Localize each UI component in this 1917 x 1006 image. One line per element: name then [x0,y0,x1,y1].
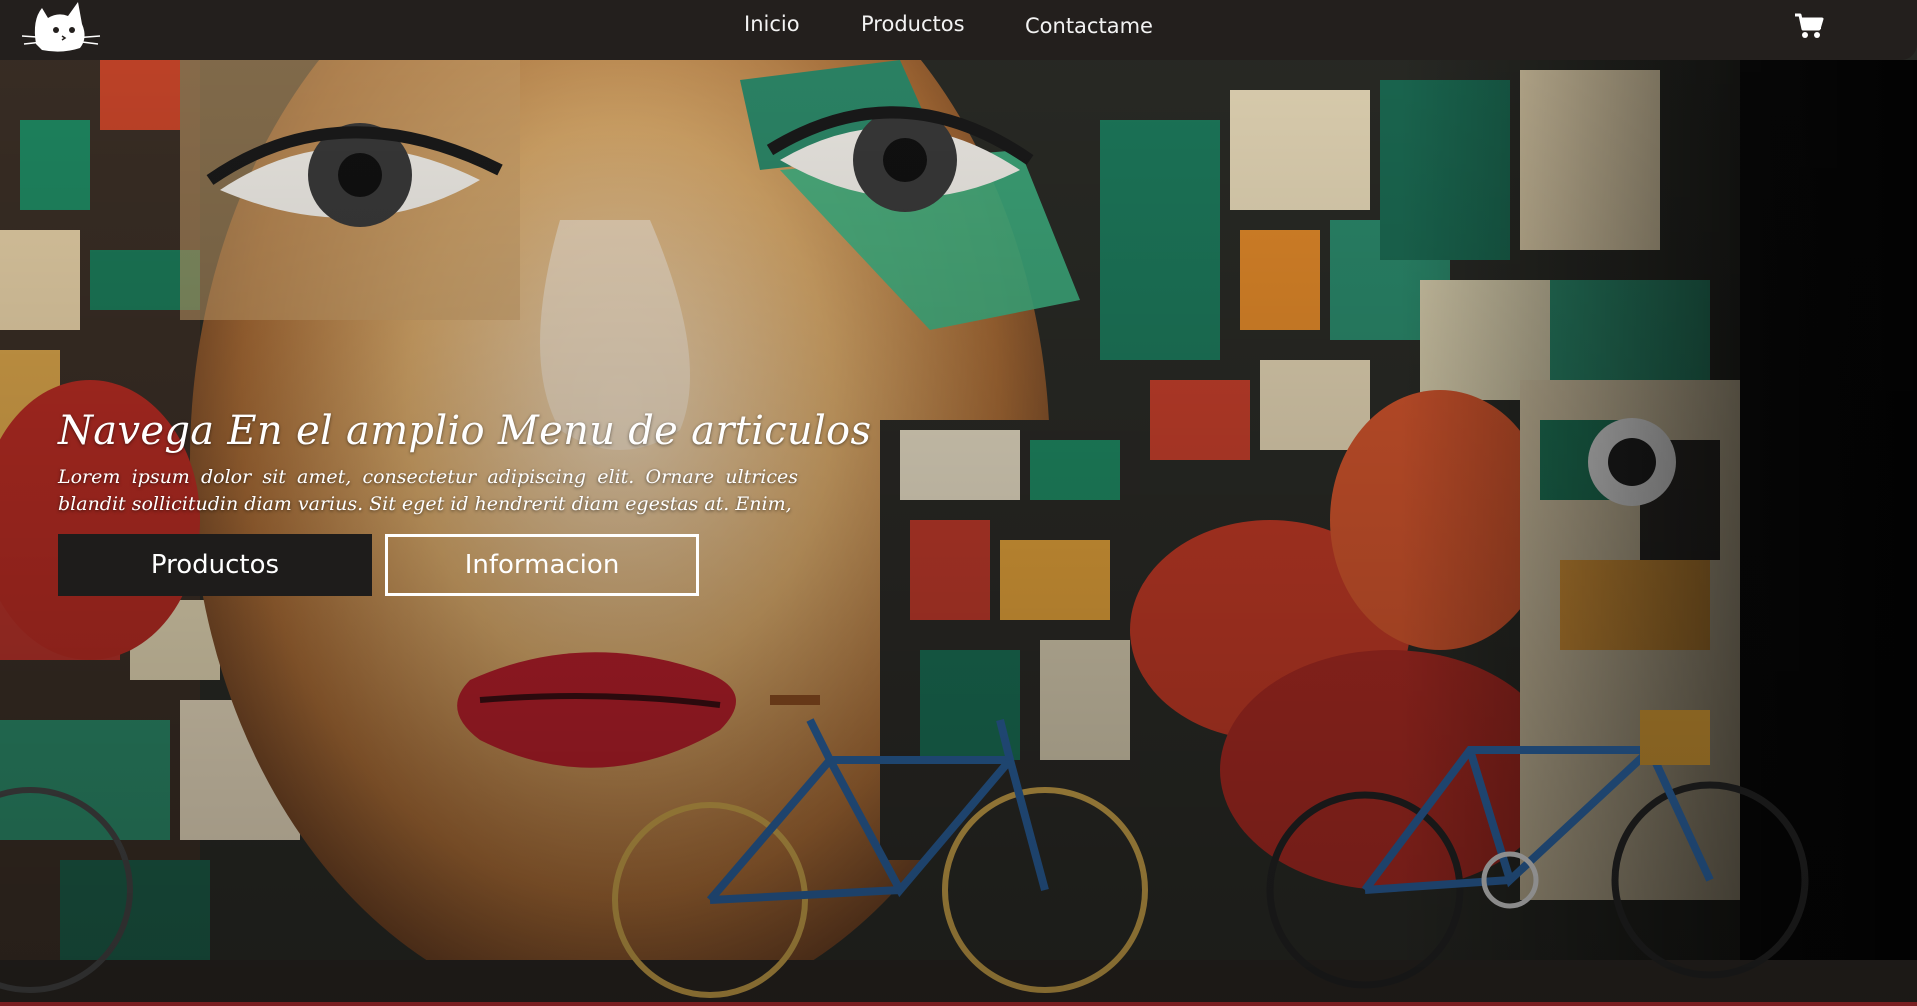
hero-description: Lorem ipsum dolor sit amet, consectetur … [58,466,798,515]
productos-button[interactable]: Productos [58,534,372,596]
nav-link-productos[interactable]: Productos [861,12,965,36]
informacion-button[interactable]: Informacion [385,534,699,596]
nav-link-contactame[interactable]: Contactame [1025,14,1153,38]
landing-page: Inicio Productos Contactame Navega En el… [0,0,1917,1006]
cat-logo-icon[interactable] [21,0,102,54]
nav-link-inicio[interactable]: Inicio [744,12,800,36]
bottom-divider [0,1002,1917,1006]
shopping-cart-icon[interactable] [1794,12,1824,40]
top-navbar: Inicio Productos Contactame [0,0,1917,60]
hero-title: Navega En el amplio Menu de articulos [58,408,872,454]
